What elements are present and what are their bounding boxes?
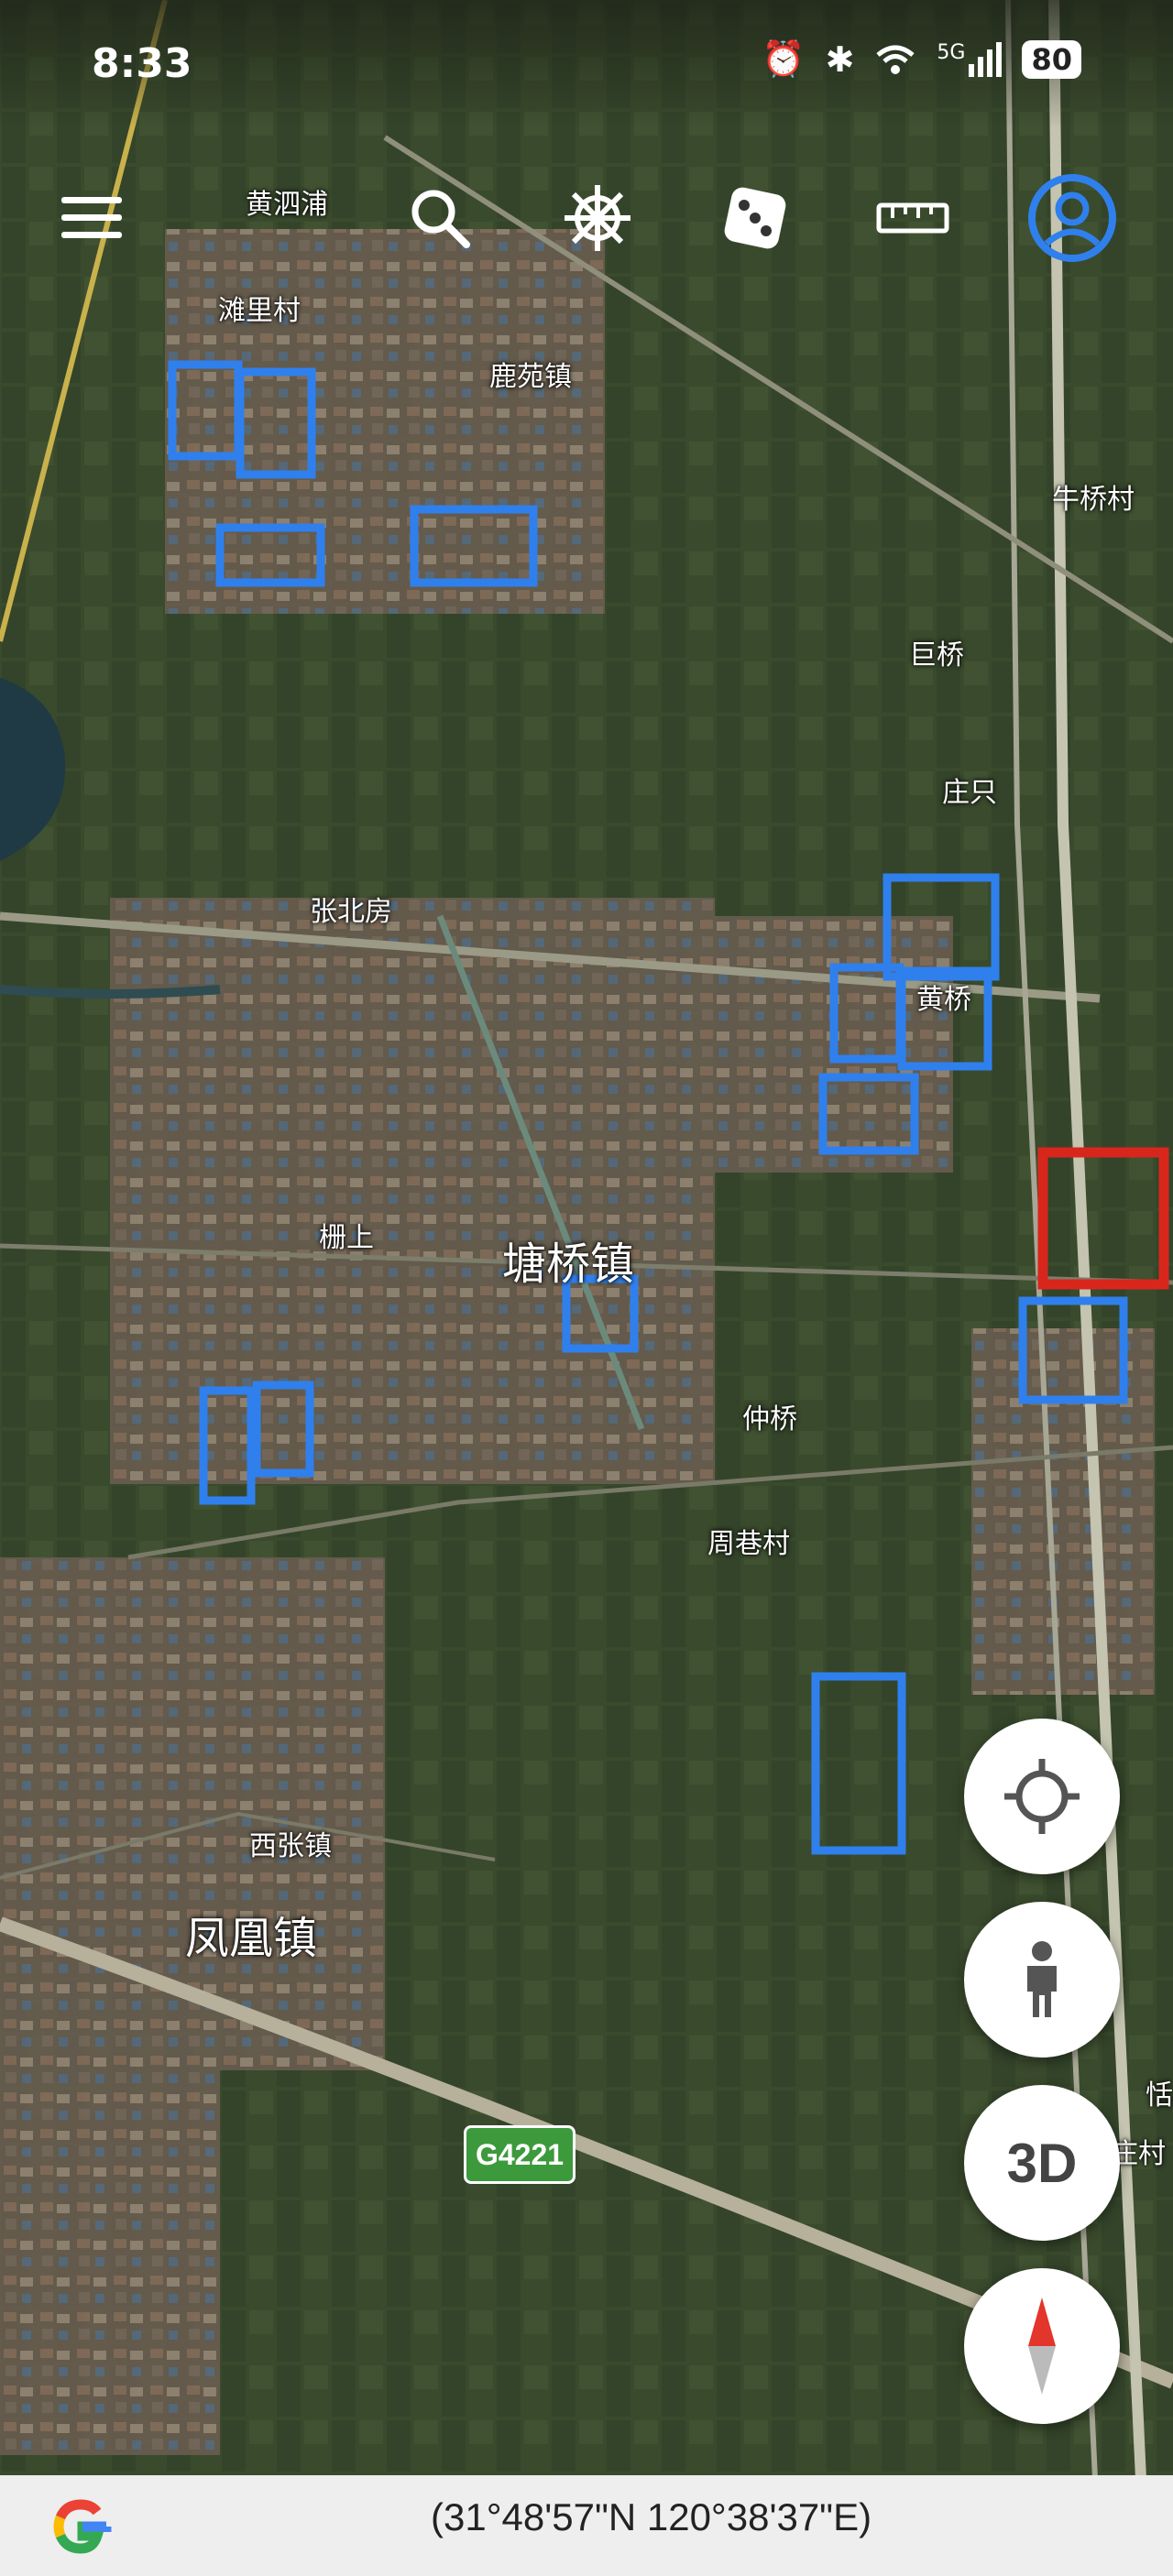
compass-button[interactable] (964, 2268, 1120, 2424)
town-label-large: 塘桥镇 (502, 1239, 635, 1290)
wifi-icon (876, 45, 915, 74)
menu-icon (61, 197, 122, 238)
river (0, 985, 221, 999)
place-label: 仲桥 (742, 1403, 797, 1435)
place-label: 西张镇 (249, 1830, 332, 1862)
ship-wheel-icon (565, 185, 630, 251)
battery-indicator: 80 (1022, 39, 1081, 79)
highway-shield: G4221 (464, 2125, 576, 2184)
account-button[interactable] (1023, 169, 1122, 267)
coordinates-readout: (31°48'57"N 120°38'37"E) (431, 2495, 872, 2538)
profile-icon (1028, 174, 1116, 262)
signal-5g-icon: 5G (937, 41, 1003, 77)
search-button[interactable] (396, 174, 484, 262)
3d-toggle-button[interactable]: 3D (964, 2085, 1120, 2241)
place-label: 恬 (1146, 2079, 1173, 2112)
place-label: 栅上 (319, 1222, 374, 1254)
locate-icon (1004, 1759, 1080, 1834)
ruler-icon (876, 202, 949, 234)
compass-icon (1028, 2298, 1056, 2395)
place-label: 庄只 (942, 777, 997, 809)
place-label: 滩里村 (218, 295, 301, 327)
bluetooth-icon: ✱ (825, 38, 855, 80)
alarm-icon: ⏰ (762, 38, 806, 79)
street-view-button[interactable] (964, 1902, 1120, 2058)
status-time: 8:33 (92, 40, 192, 87)
measure-button[interactable] (869, 174, 957, 262)
bottom-bar: (31°48'57"N 120°38'37"E) (0, 2475, 1173, 2576)
voyager-button[interactable] (554, 174, 641, 262)
place-label: 黄泗浦 (246, 189, 328, 221)
menu-button[interactable] (48, 174, 136, 262)
place-label: 周巷村 (707, 1528, 790, 1560)
town-label-large: 凤凰镇 (185, 1913, 318, 1964)
place-label: 鹿苑镇 (489, 361, 572, 393)
dice-icon (724, 187, 786, 249)
my-location-button[interactable] (964, 1719, 1120, 1874)
street-view-person-icon (1027, 1941, 1057, 2017)
status-bar: 8:33 ⏰ ✱ 5G 80 (0, 0, 1173, 128)
place-label: 巨桥 (909, 639, 964, 671)
place-label: 牛桥村 (1052, 484, 1135, 516)
random-place-button[interactable] (711, 174, 799, 262)
google-g-logo (53, 2499, 112, 2554)
search-icon (411, 190, 470, 248)
place-label: 张北房 (310, 896, 392, 928)
place-label: 黄桥 (916, 984, 971, 1016)
